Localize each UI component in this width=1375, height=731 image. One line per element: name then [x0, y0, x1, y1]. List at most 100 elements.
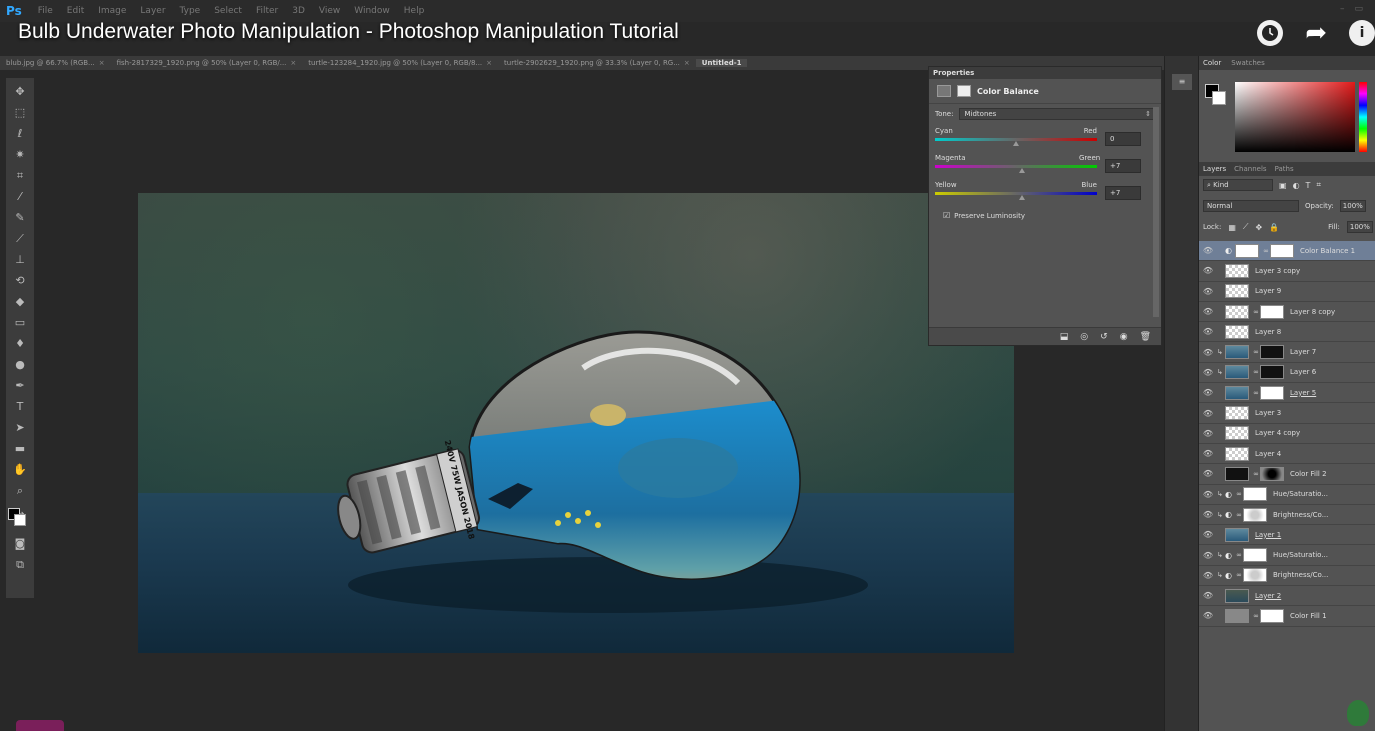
layer-mask-thumbnail[interactable] [1260, 466, 1284, 481]
layer-row[interactable]: 👁 Layer 4 copy [1199, 424, 1375, 444]
restore-icon[interactable]: ▭ [1354, 4, 1363, 14]
layer-row[interactable]: 👁 Layer 8 [1199, 322, 1375, 343]
layer-row[interactable]: 👁 Layer 4 [1199, 444, 1375, 465]
layer-row[interactable]: 👁 ∞ Color Fill 2 [1199, 464, 1375, 485]
eye-icon[interactable]: 👁 [1199, 368, 1217, 377]
layer-mask-thumbnail[interactable] [1260, 365, 1284, 380]
eye-icon[interactable]: 👁 [1199, 246, 1217, 255]
clock-icon[interactable] [1257, 20, 1284, 46]
move-tool-icon[interactable]: ✥ [12, 84, 28, 100]
close-icon[interactable]: × [290, 59, 296, 67]
fill-field[interactable]: 100% [1346, 221, 1373, 233]
hand-tool-icon[interactable]: ✋ [12, 462, 28, 478]
share-icon[interactable]: ➦ [1305, 20, 1327, 46]
type-filter-icon[interactable]: T [1306, 181, 1311, 190]
layer-mask-thumbnail[interactable] [1260, 385, 1284, 400]
layer-thumbnail[interactable] [1225, 426, 1249, 441]
document-canvas[interactable]: 240V 75W JASON 2018 [138, 193, 1014, 653]
layer-row[interactable]: 👁 ∞ Layer 8 copy [1199, 302, 1375, 323]
layer-thumbnail[interactable] [1225, 324, 1249, 339]
tab-channels[interactable]: Channels [1234, 165, 1266, 173]
eye-icon[interactable]: 👁 [1199, 409, 1217, 418]
close-icon[interactable]: × [486, 59, 492, 67]
layer-mask-thumbnail[interactable] [1243, 487, 1267, 502]
eye-icon[interactable]: 👁 [1199, 510, 1217, 519]
link-icon[interactable]: ∞ [1252, 348, 1260, 356]
layer-thumbnail[interactable] [1225, 588, 1249, 603]
layer-thumbnail[interactable] [1225, 284, 1249, 299]
slider-value-field[interactable]: +7 [1105, 159, 1141, 173]
menu-layer[interactable]: Layer [140, 6, 165, 16]
tab-document-active[interactable]: Untitled-1 [695, 59, 748, 67]
brush-tool-icon[interactable]: ⟋ [12, 231, 28, 247]
properties-scrollbar[interactable] [1153, 107, 1159, 317]
layer-row[interactable]: 👁 ∞ Color Fill 1 [1199, 606, 1375, 627]
eye-icon[interactable]: 👁 [1199, 287, 1217, 296]
layer-mask-thumbnail[interactable] [1260, 304, 1284, 319]
eye-icon[interactable]: 👁 [1199, 307, 1217, 316]
trash-icon[interactable]: 🗑 [1140, 332, 1151, 342]
layer-row[interactable]: 👁 Layer 9 [1199, 282, 1375, 302]
history-brush-icon[interactable]: ⟲ [12, 273, 28, 289]
menu-edit[interactable]: Edit [67, 6, 84, 16]
close-icon[interactable]: × [684, 59, 690, 67]
zoom-tool-icon[interactable]: ⌕ [12, 483, 28, 499]
link-icon[interactable]: ∞ [1252, 308, 1260, 316]
eye-icon[interactable]: 👁 [1199, 530, 1217, 539]
layer-row[interactable]: 👁 ↳ ◐ ∞ Hue/Saturatio... [1199, 545, 1375, 566]
slider-value-field[interactable]: +7 [1105, 186, 1141, 200]
preserve-luminosity-row[interactable]: ☑ Preserve Luminosity [929, 205, 1161, 226]
layer-thumbnail[interactable] [1225, 345, 1249, 360]
layer-thumbnail[interactable] [1225, 304, 1249, 319]
menu-image[interactable]: Image [98, 6, 126, 16]
tab-document[interactable]: blub.jpg @ 66.7% (RGB... × [0, 59, 111, 67]
layer-thumbnail[interactable] [1225, 385, 1249, 400]
tab-document[interactable]: turtle-123284_1920.jpg @ 50% (Layer 0, R… [302, 59, 498, 67]
layer-thumbnail[interactable] [1225, 263, 1249, 278]
view-previous-icon[interactable]: ◎ [1080, 332, 1088, 342]
lock-transparent-icon[interactable]: ▦ [1228, 223, 1236, 232]
eye-icon[interactable]: 👁 [1199, 348, 1217, 357]
lasso-tool-icon[interactable]: ℓ [12, 126, 28, 142]
eye-icon[interactable]: 👁 [1199, 469, 1217, 478]
shape-filter-icon[interactable]: ⌗ [1316, 180, 1321, 190]
eraser-tool-icon[interactable]: ◆ [12, 294, 28, 310]
healing-brush-icon[interactable]: ✎ [12, 210, 28, 226]
layer-thumbnail[interactable] [1225, 446, 1249, 461]
color-balance-icon[interactable] [937, 85, 951, 97]
menu-file[interactable]: File [38, 6, 53, 16]
eye-icon[interactable]: 👁 [1199, 611, 1217, 620]
type-tool-icon[interactable]: T [12, 399, 28, 415]
eye-icon[interactable]: 👁 [1199, 591, 1217, 600]
tab-document[interactable]: turtle-2902629_1920.png @ 33.3% (Layer 0… [498, 59, 696, 67]
stamp-tool-icon[interactable]: ⊥ [12, 252, 28, 268]
layer-thumbnail[interactable] [1225, 527, 1249, 542]
adjustment-filter-icon[interactable]: ◐ [1293, 181, 1300, 190]
marquee-tool-icon[interactable]: ⬚ [12, 105, 28, 121]
menu-3d[interactable]: 3D [292, 6, 305, 16]
slider-thumb[interactable] [1018, 168, 1025, 173]
slider-thumb[interactable] [1013, 141, 1019, 146]
opacity-field[interactable]: 100% [1339, 200, 1366, 212]
eye-icon[interactable]: 👁 [1199, 551, 1217, 560]
link-icon[interactable]: ∞ [1252, 368, 1260, 376]
layer-thumbnail[interactable] [1225, 466, 1249, 481]
lock-position-icon[interactable]: ✥ [1256, 223, 1263, 232]
tab-swatches[interactable]: Swatches [1231, 59, 1264, 67]
slider-track[interactable] [935, 165, 1097, 168]
eye-icon[interactable]: 👁 [1199, 429, 1217, 438]
layer-row[interactable]: 👁 Layer 2 [1199, 586, 1375, 607]
kind-select[interactable]: ⌕ Kind [1203, 179, 1273, 191]
layer-row[interactable]: 👁 Layer 3 [1199, 403, 1375, 424]
shape-tool-icon[interactable]: ▬ [12, 441, 28, 457]
hue-slider[interactable] [1359, 82, 1367, 152]
pen-tool-icon[interactable]: ✒ [12, 378, 28, 394]
layer-mask-thumbnail[interactable] [1243, 548, 1267, 563]
tab-layers[interactable]: Layers [1203, 165, 1226, 173]
link-icon[interactable]: ∞ [1235, 551, 1243, 559]
tab-paths[interactable]: Paths [1275, 165, 1294, 173]
blend-mode-select[interactable]: Normal [1203, 200, 1299, 212]
slider-thumb[interactable] [1018, 195, 1025, 200]
eyedropper-icon[interactable]: ⁄ [12, 189, 28, 205]
layer-thumbnail[interactable] [1225, 406, 1249, 421]
